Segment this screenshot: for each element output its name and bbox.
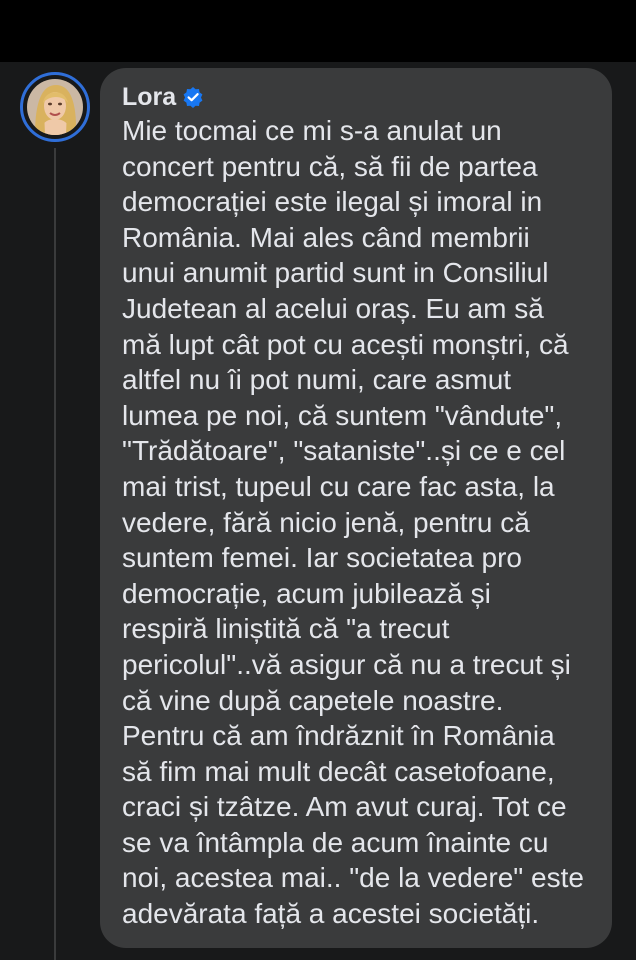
avatar-portrait-icon xyxy=(27,79,83,135)
top-black-bar xyxy=(0,0,636,62)
comment-author-name[interactable]: Lora xyxy=(122,82,176,112)
comment-author-row: Lora xyxy=(122,82,594,112)
comment-bubble[interactable]: Lora Mie tocmai ce mi s-a anulat un conc… xyxy=(100,68,612,948)
thread-connector-line xyxy=(54,148,56,960)
verified-badge-icon xyxy=(182,86,204,108)
avatar[interactable] xyxy=(27,79,83,135)
comment-text: Mie tocmai ce mi s-a anulat un concert p… xyxy=(122,115,584,930)
